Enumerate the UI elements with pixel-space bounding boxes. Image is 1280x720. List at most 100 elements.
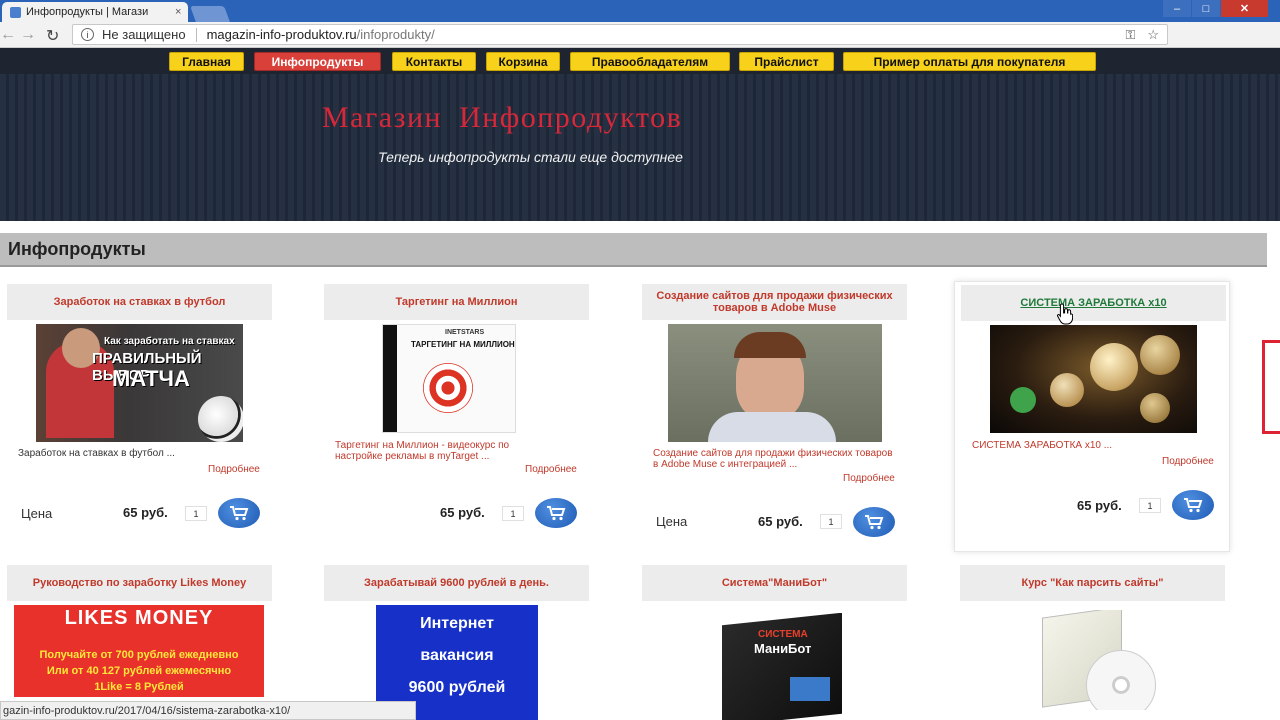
coin-icon: [1050, 373, 1084, 407]
coin-icon: [1140, 393, 1170, 423]
product-title[interactable]: Руководство по заработку Likes Money: [7, 565, 272, 601]
product-card: Создание сайтов для продажи физических т…: [642, 284, 912, 544]
product-card: Курс "Как парсить сайты": [960, 565, 1230, 720]
quantity-input[interactable]: 1: [820, 514, 842, 529]
browser-toolbar: ← → ↻ i Не защищено magazin-info-produkt…: [0, 22, 1280, 65]
product-description: Заработок на ставках в футбол ...: [18, 448, 175, 459]
image-caption: Получайте от 700 рублей ежедневно: [39, 649, 239, 661]
tab-close-icon[interactable]: ×: [175, 6, 181, 18]
nav-item-payment-example[interactable]: Пример оплаты для покупателя: [843, 52, 1096, 71]
product-price: 65 руб.: [123, 505, 168, 520]
product-title[interactable]: Заработок на ставках в футбол: [7, 284, 272, 320]
page-title: Инфопродукты: [0, 233, 1267, 267]
divider: [195, 27, 197, 42]
back-arrow-icon[interactable]: ←: [0, 26, 16, 44]
add-to-cart-button[interactable]: [218, 498, 260, 528]
address-bar[interactable]: i Не защищено magazin-info-produktov.ru /…: [72, 24, 1168, 45]
maximize-icon[interactable]: □: [1192, 0, 1220, 17]
product-title[interactable]: Система"МаниБот": [642, 565, 907, 601]
tab-title: Инфопродукты | Магази: [26, 6, 149, 18]
product-title[interactable]: Таргетинг на Миллион: [324, 284, 589, 320]
product-image[interactable]: [990, 325, 1197, 433]
product-image[interactable]: Как заработать на ставках ПРАВИЛЬНЫЙ ВЫБ…: [36, 324, 243, 442]
more-link[interactable]: Подробнее: [843, 473, 895, 484]
favicon-icon: [10, 6, 21, 18]
quantity-input[interactable]: 1: [502, 506, 524, 521]
security-label: Не защищено: [102, 27, 186, 42]
quantity-input[interactable]: 1: [185, 506, 207, 521]
image-caption: ТАРГЕТИНГ НА МИЛЛИОН: [411, 340, 515, 349]
football-icon: [198, 396, 243, 442]
image-caption: Как заработать на ставках: [104, 336, 235, 347]
reload-icon[interactable]: ↻: [46, 26, 59, 46]
image-caption: СИСТЕМА: [758, 629, 808, 640]
image-caption: Интернет: [420, 615, 494, 632]
add-to-cart-button[interactable]: [535, 498, 577, 528]
bookmark-star-icon[interactable]: ☆: [1147, 27, 1159, 43]
nav-item-contacts[interactable]: Контакты: [392, 52, 476, 71]
product-image[interactable]: LIKES MONEY Получайте от 700 рублей ежед…: [14, 605, 264, 697]
forward-arrow-icon[interactable]: →: [20, 26, 36, 44]
key-icon[interactable]: ⚿: [1125, 27, 1135, 43]
new-tab-button[interactable]: [190, 6, 230, 22]
cart-icon: [1184, 498, 1203, 513]
browser-tab-bar: Инфопродукты | Магази × – □ ✕: [0, 0, 1280, 22]
product-price: 65 руб.: [1077, 498, 1122, 513]
product-image[interactable]: СИСТЕМА МаниБот: [714, 613, 854, 720]
product-title-link[interactable]: СИСТЕМА ЗАРАБОТКА x10: [961, 285, 1226, 321]
product-image[interactable]: INETSTARS ТАРГЕТИНГ НА МИЛЛИОН: [382, 324, 516, 433]
book-spine: [383, 325, 397, 432]
product-image[interactable]: [668, 324, 882, 442]
image-caption: МАТЧА: [112, 366, 190, 391]
minimize-icon[interactable]: –: [1163, 0, 1191, 17]
coin-icon: [1010, 387, 1036, 413]
more-link[interactable]: Подробнее: [1162, 456, 1214, 467]
image-caption: Или от 40 127 рублей ежемесячно: [46, 665, 232, 677]
add-to-cart-button[interactable]: [853, 507, 895, 537]
cart-icon: [547, 506, 566, 521]
product-title[interactable]: Зарабатывай 9600 рублей в день.: [324, 565, 589, 601]
nav-item-home[interactable]: Главная: [169, 52, 244, 71]
site-title: Магазин Инфопродуктов: [322, 101, 683, 134]
more-link[interactable]: Подробнее: [208, 464, 260, 475]
product-image[interactable]: [1034, 610, 1164, 710]
hero-banner: Магазин Инфопродуктов Теперь инфопродукт…: [0, 74, 1280, 221]
browser-tab[interactable]: Инфопродукты | Магази ×: [2, 2, 188, 22]
product-description: СИСТЕМА ЗАРАБОТКА x10 ...: [972, 440, 1113, 451]
product-card: СИСТЕМА ЗАРАБОТКА x10 СИСТЕМА ЗАРАБОТКА …: [954, 281, 1230, 552]
cart-icon: [865, 515, 884, 530]
price-label: Цена: [21, 506, 53, 521]
product-card: Система"МаниБот" СИСТЕМА МаниБот: [642, 565, 912, 720]
nav-item-infoproducts[interactable]: Инфопродукты: [254, 52, 381, 71]
info-icon[interactable]: i: [81, 28, 94, 41]
add-to-cart-button[interactable]: [1172, 490, 1214, 520]
site-subtitle: Теперь инфопродукты стали еще доступнее: [378, 149, 683, 165]
presenter-hair: [734, 332, 806, 358]
quantity-input[interactable]: 1: [1139, 498, 1161, 513]
product-description: Создание сайтов для продажи физических т…: [653, 448, 893, 470]
image-caption: 1Like = 8 Рублей: [94, 681, 184, 693]
side-widget-tab[interactable]: [1262, 340, 1280, 434]
image-caption: вакансия: [420, 647, 494, 664]
product-card: Руководство по заработку Likes Money LIK…: [7, 565, 277, 720]
target-icon: [423, 363, 473, 413]
image-caption: LIKES MONEY: [64, 607, 214, 629]
product-description: Таргетинг на Миллион - видеокурс по наст…: [335, 440, 510, 462]
nav-item-cart[interactable]: Корзина: [486, 52, 560, 71]
cart-icon: [230, 506, 249, 521]
product-title[interactable]: Курс "Как парсить сайты": [960, 565, 1225, 601]
more-link[interactable]: Подробнее: [525, 464, 577, 475]
window-close-icon[interactable]: ✕: [1221, 0, 1268, 17]
product-card: Заработок на ставках в футбол Как зарабо…: [7, 284, 277, 534]
hand-cursor-icon: [1057, 303, 1073, 325]
product-card: Зарабатывай 9600 рублей в день. Интернет…: [324, 565, 594, 720]
nav-item-rightholders[interactable]: Правообладателям: [570, 52, 730, 71]
product-title[interactable]: Создание сайтов для продажи физических т…: [642, 284, 907, 320]
nav-item-pricelist[interactable]: Прайслист: [739, 52, 834, 71]
disc-icon: [1086, 650, 1156, 710]
product-price: 65 руб.: [440, 505, 485, 520]
site-nav: Главная Инфопродукты Контакты Корзина Пр…: [0, 48, 1280, 74]
presenter-shirt: [708, 412, 836, 442]
price-label: Цена: [656, 514, 688, 529]
url-path: /infoprodukty/: [356, 27, 435, 42]
